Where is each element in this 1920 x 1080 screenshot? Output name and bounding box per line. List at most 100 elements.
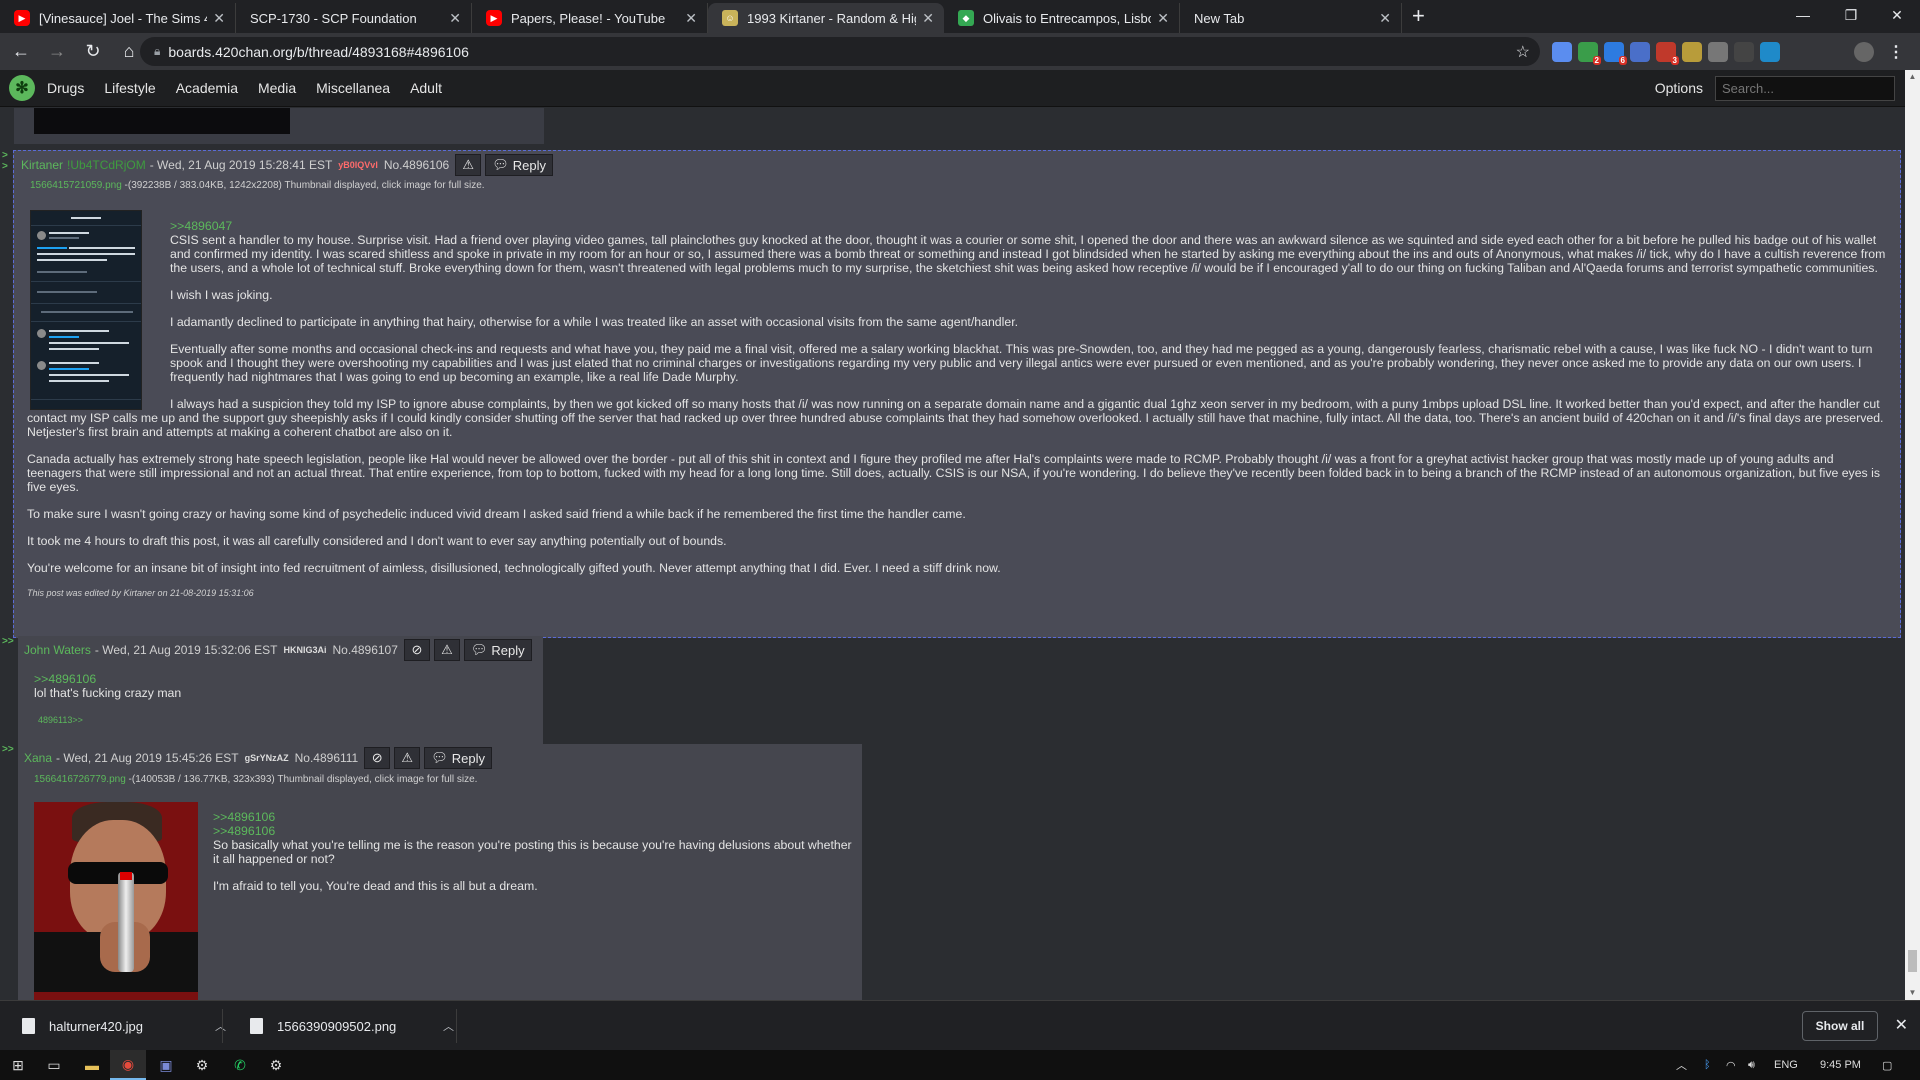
nav-drugs[interactable]: Drugs xyxy=(47,80,84,96)
tab-vinesauce[interactable]: ▶ [Vinesauce] Joel - The Sims 4: Mé ✕ xyxy=(0,3,236,33)
poster-id: HKNIG3Ai xyxy=(283,645,327,655)
hide-post-icon[interactable]: ⊘ xyxy=(403,639,430,661)
address-bar[interactable]: 🔒︎ boards.420chan.org/b/thread/4893168#4… xyxy=(140,37,1540,66)
file-name-link[interactable]: 1566415721059.png xyxy=(30,180,122,191)
clock[interactable]: 9:45 PM xyxy=(1820,1050,1861,1080)
settings-icon[interactable]: ⚙ xyxy=(258,1050,294,1080)
download-item[interactable]: 1566390909502.png ︿ xyxy=(250,1001,454,1051)
nav-miscellanea[interactable]: Miscellanea xyxy=(316,80,390,96)
windows-start-icon[interactable]: ⊞ xyxy=(0,1050,36,1080)
post-number[interactable]: No.4896106 xyxy=(384,158,449,172)
reload-button[interactable]: ↻ xyxy=(78,37,108,67)
reply-arrow-icon: >> xyxy=(2,744,14,755)
back-button[interactable]: ← xyxy=(6,37,36,67)
close-tab-icon[interactable]: ✕ xyxy=(449,10,461,27)
post-number[interactable]: No.4896107 xyxy=(333,643,398,657)
search-input[interactable] xyxy=(1715,76,1895,101)
wifi-icon[interactable]: ◠ xyxy=(1726,1050,1736,1080)
mib-image-thumbnail[interactable] xyxy=(34,802,198,1000)
ext-6-icon[interactable] xyxy=(1682,42,1702,62)
reply-arrow-icon: >> xyxy=(2,636,14,647)
chrome-icon[interactable]: ◉ xyxy=(110,1050,146,1080)
browser-tab-strip: ▶ [Vinesauce] Joel - The Sims 4: Mé ✕ SC… xyxy=(0,0,1920,33)
new-tab-button[interactable]: + xyxy=(1412,3,1425,29)
file-explorer-icon[interactable]: ▬ xyxy=(74,1050,110,1080)
ext-4-icon[interactable] xyxy=(1630,42,1650,62)
post-number[interactable]: No.4896111 xyxy=(295,751,359,765)
post-date: - Wed, 21 Aug 2019 15:28:41 EST xyxy=(149,158,333,172)
forward-button[interactable]: → xyxy=(42,37,72,67)
tab-title: New Tab xyxy=(1194,10,1245,26)
quote-link[interactable]: >>4896106 xyxy=(34,672,543,686)
show-all-downloads-button[interactable]: Show all xyxy=(1802,1011,1878,1041)
scroll-down-icon[interactable]: ▼ xyxy=(1905,986,1920,1000)
app-icon[interactable]: ▣ xyxy=(148,1050,184,1080)
download-item[interactable]: halturner420.jpg ︿ xyxy=(22,1001,226,1051)
tab-kirtaner-active[interactable]: ☺ 1993 Kirtaner - Random & High ✕ xyxy=(708,3,944,33)
file-name-link[interactable]: 1566416726779.png xyxy=(34,774,126,785)
file-icon xyxy=(22,1018,35,1034)
reply-button[interactable]: 💬︎ Reply xyxy=(485,154,553,176)
close-tab-icon[interactable]: ✕ xyxy=(1379,10,1391,27)
420chan-logo[interactable]: ✻ xyxy=(9,75,35,101)
ext-9-icon[interactable] xyxy=(1760,42,1780,62)
lock-icon: 🔒︎ xyxy=(154,44,161,58)
quote-link[interactable]: >>4896106 xyxy=(213,824,853,838)
whatsapp-icon[interactable]: ✆ xyxy=(222,1050,258,1080)
tab-papers-please[interactable]: ▶ Papers, Please! - YouTube ✕ xyxy=(472,3,708,33)
bluetooth-icon[interactable]: ᛒ xyxy=(1704,1050,1711,1080)
post-header: John Waters - Wed, 21 Aug 2019 15:32:06 … xyxy=(18,636,543,664)
task-view-icon[interactable]: ▭ xyxy=(36,1050,72,1080)
steam-icon[interactable]: ⚙ xyxy=(184,1050,220,1080)
tray-overflow-icon[interactable]: ︿ xyxy=(1676,1050,1687,1080)
close-tab-icon[interactable]: ✕ xyxy=(922,10,934,27)
report-warning-icon[interactable]: ⚠ xyxy=(433,639,460,661)
backlink[interactable]: 4896113>> xyxy=(34,713,543,727)
ext-1-icon[interactable] xyxy=(1552,42,1572,62)
ext-2-icon[interactable]: 2 xyxy=(1578,42,1601,65)
report-warning-icon[interactable]: ⚠ xyxy=(394,747,421,769)
tab-new[interactable]: New Tab ✕ xyxy=(1180,3,1402,33)
ext-7-icon[interactable] xyxy=(1708,42,1728,62)
chevron-up-icon[interactable]: ︿ xyxy=(443,1018,454,1034)
ext-abp-icon[interactable]: 3 xyxy=(1656,42,1679,65)
language-indicator[interactable]: ENG xyxy=(1774,1050,1798,1080)
close-tab-icon[interactable]: ✕ xyxy=(1157,10,1169,27)
post-text: lol that's fucking crazy man xyxy=(34,686,182,700)
tab-scp[interactable]: SCP-1730 - SCP Foundation ✕ xyxy=(236,3,472,33)
ext-3-icon[interactable]: 6 xyxy=(1604,42,1627,65)
download-filename: halturner420.jpg xyxy=(49,1018,143,1034)
ext-8-icon[interactable] xyxy=(1734,42,1754,62)
profile-avatar[interactable] xyxy=(1854,42,1874,62)
minimize-button[interactable]: — xyxy=(1780,0,1826,30)
previous-post-image[interactable] xyxy=(34,108,290,134)
notifications-icon[interactable]: ▢ xyxy=(1882,1050,1892,1080)
nav-adult[interactable]: Adult xyxy=(410,80,442,96)
page-scrollbar[interactable]: ▲ ▼ xyxy=(1905,70,1920,1000)
bookmark-star-icon[interactable]: ☆ xyxy=(1516,42,1530,62)
tab-lisbon-maps[interactable]: ◆ Olivais to Entrecampos, Lisbon - ✕ xyxy=(944,3,1180,33)
nav-media[interactable]: Media xyxy=(258,80,296,96)
post-paragraph: Eventually after some months and occasio… xyxy=(170,342,1873,384)
nav-lifestyle[interactable]: Lifestyle xyxy=(104,80,155,96)
close-downloads-icon[interactable]: ✕ xyxy=(1895,1015,1908,1035)
scrollbar-thumb[interactable] xyxy=(1908,950,1917,972)
chevron-up-icon[interactable]: ︿ xyxy=(215,1018,226,1034)
scroll-up-icon[interactable]: ▲ xyxy=(1905,70,1920,84)
reply-button[interactable]: 💬︎ Reply xyxy=(424,747,492,769)
close-tab-icon[interactable]: ✕ xyxy=(685,10,697,27)
reply-button[interactable]: 💬︎ Reply xyxy=(463,639,532,661)
close-tab-icon[interactable]: ✕ xyxy=(213,10,225,27)
site-navigation: ✻ Drugs Lifestyle Academia Media Miscell… xyxy=(0,70,1905,107)
quote-link[interactable]: >>4896106 xyxy=(213,810,853,824)
close-window-button[interactable]: ✕ xyxy=(1874,0,1920,30)
menu-icon[interactable]: ⋮ xyxy=(1886,42,1906,62)
hide-post-icon[interactable]: ⊘ xyxy=(364,747,391,769)
maximize-button[interactable]: ❐ xyxy=(1828,0,1874,30)
volume-icon[interactable]: 🔊︎ xyxy=(1748,1050,1755,1080)
nav-academia[interactable]: Academia xyxy=(176,80,238,96)
options-link[interactable]: Options xyxy=(1655,80,1703,96)
quote-link[interactable]: >>4896047 xyxy=(170,219,1887,233)
report-warning-icon[interactable]: ⚠ xyxy=(455,154,482,176)
windows-taskbar: ⊞ ▭ ▬ ◉ ▣ ⚙ ✆ ⚙ ︿ ᛒ ◠ 🔊︎ ENG 9:45 PM ▢ xyxy=(0,1050,1920,1080)
